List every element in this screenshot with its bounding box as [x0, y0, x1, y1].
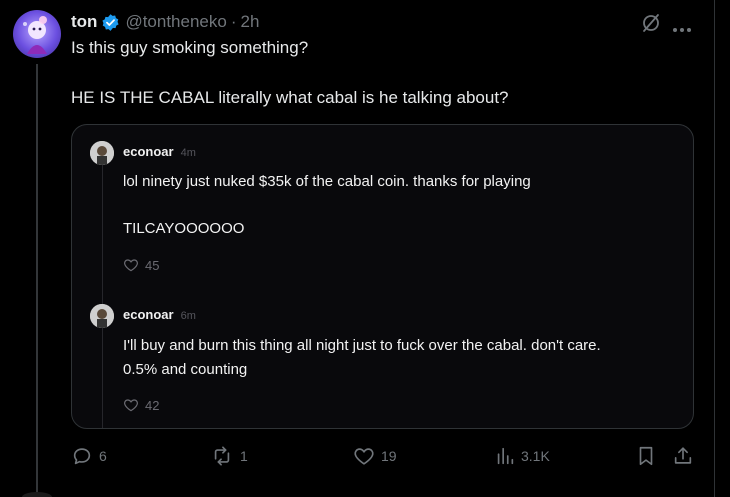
- reply-button[interactable]: 6: [71, 444, 107, 468]
- like-count: 19: [381, 448, 397, 464]
- embed-text-line: 0.5% and counting: [123, 361, 248, 378]
- reply-icon: [73, 448, 91, 465]
- embed-like-value: 45: [145, 257, 160, 273]
- verified-badge-icon: [101, 13, 120, 32]
- column-divider: [714, 0, 715, 497]
- embed-author-name: econoar: [123, 144, 174, 159]
- views-button[interactable]: 3.1K: [495, 444, 550, 468]
- embedded-media[interactable]: econoar 4m lol ninety just nuked $35k of …: [71, 124, 694, 429]
- embed-like-count: 42: [123, 397, 159, 413]
- post[interactable]: ton @tontheneko · 2h Is this guy smoking…: [0, 0, 730, 497]
- views-count: 3.1K: [521, 448, 550, 464]
- embed-time: 6m: [180, 310, 196, 322]
- bookmark-button[interactable]: [636, 444, 662, 468]
- embed-avatar: [90, 141, 114, 165]
- embed-author-name: econoar: [123, 307, 174, 322]
- embed-time: 4m: [180, 147, 196, 159]
- post-text-line: HE IS THE CABAL literally what cabal is …: [71, 88, 509, 107]
- repost-icon: [214, 446, 230, 466]
- like-button[interactable]: 19: [353, 444, 397, 468]
- post-time[interactable]: 2h: [241, 12, 260, 32]
- embed-author: econoar 6m: [123, 307, 196, 322]
- repost-count: 1: [240, 448, 248, 464]
- embed-text-line: lol ninety just nuked $35k of the cabal …: [123, 173, 531, 190]
- post-header: ton @tontheneko · 2h: [71, 11, 259, 33]
- reply-count: 6: [99, 448, 107, 464]
- views-icon: [497, 447, 514, 465]
- embed-like-value: 42: [145, 397, 160, 413]
- embed-avatar: [90, 304, 114, 328]
- embed-thread-line: [102, 165, 103, 428]
- thread-line: [36, 64, 38, 497]
- heart-icon: [124, 259, 138, 272]
- embed-text-line: I'll buy and burn this thing all night j…: [123, 337, 601, 354]
- author-avatar[interactable]: [13, 10, 61, 58]
- share-icon: [674, 447, 692, 464]
- embed-like-count: 45: [123, 257, 159, 273]
- heart-icon: [354, 448, 374, 465]
- more-icon[interactable]: [672, 20, 692, 32]
- bookmark-icon: [639, 446, 653, 466]
- grok-icon[interactable]: [641, 13, 661, 33]
- embed-author: econoar 4m: [123, 144, 196, 159]
- author-handle[interactable]: @tontheneko: [125, 12, 226, 32]
- embed-text-line: TILCAYOOOOOO: [123, 220, 245, 237]
- post-text-spacer: [71, 59, 691, 87]
- author-name[interactable]: ton: [71, 12, 97, 32]
- post-text: Is this guy smoking something? HE IS THE…: [71, 37, 691, 109]
- repost-button[interactable]: 1: [210, 444, 248, 468]
- action-bar: 6 1 19 3.1K: [71, 444, 696, 468]
- separator-dot: ·: [230, 12, 237, 31]
- next-post-avatar: [22, 492, 52, 497]
- post-text-line: Is this guy smoking something?: [71, 38, 309, 57]
- share-button[interactable]: [672, 444, 700, 468]
- heart-icon: [124, 399, 138, 412]
